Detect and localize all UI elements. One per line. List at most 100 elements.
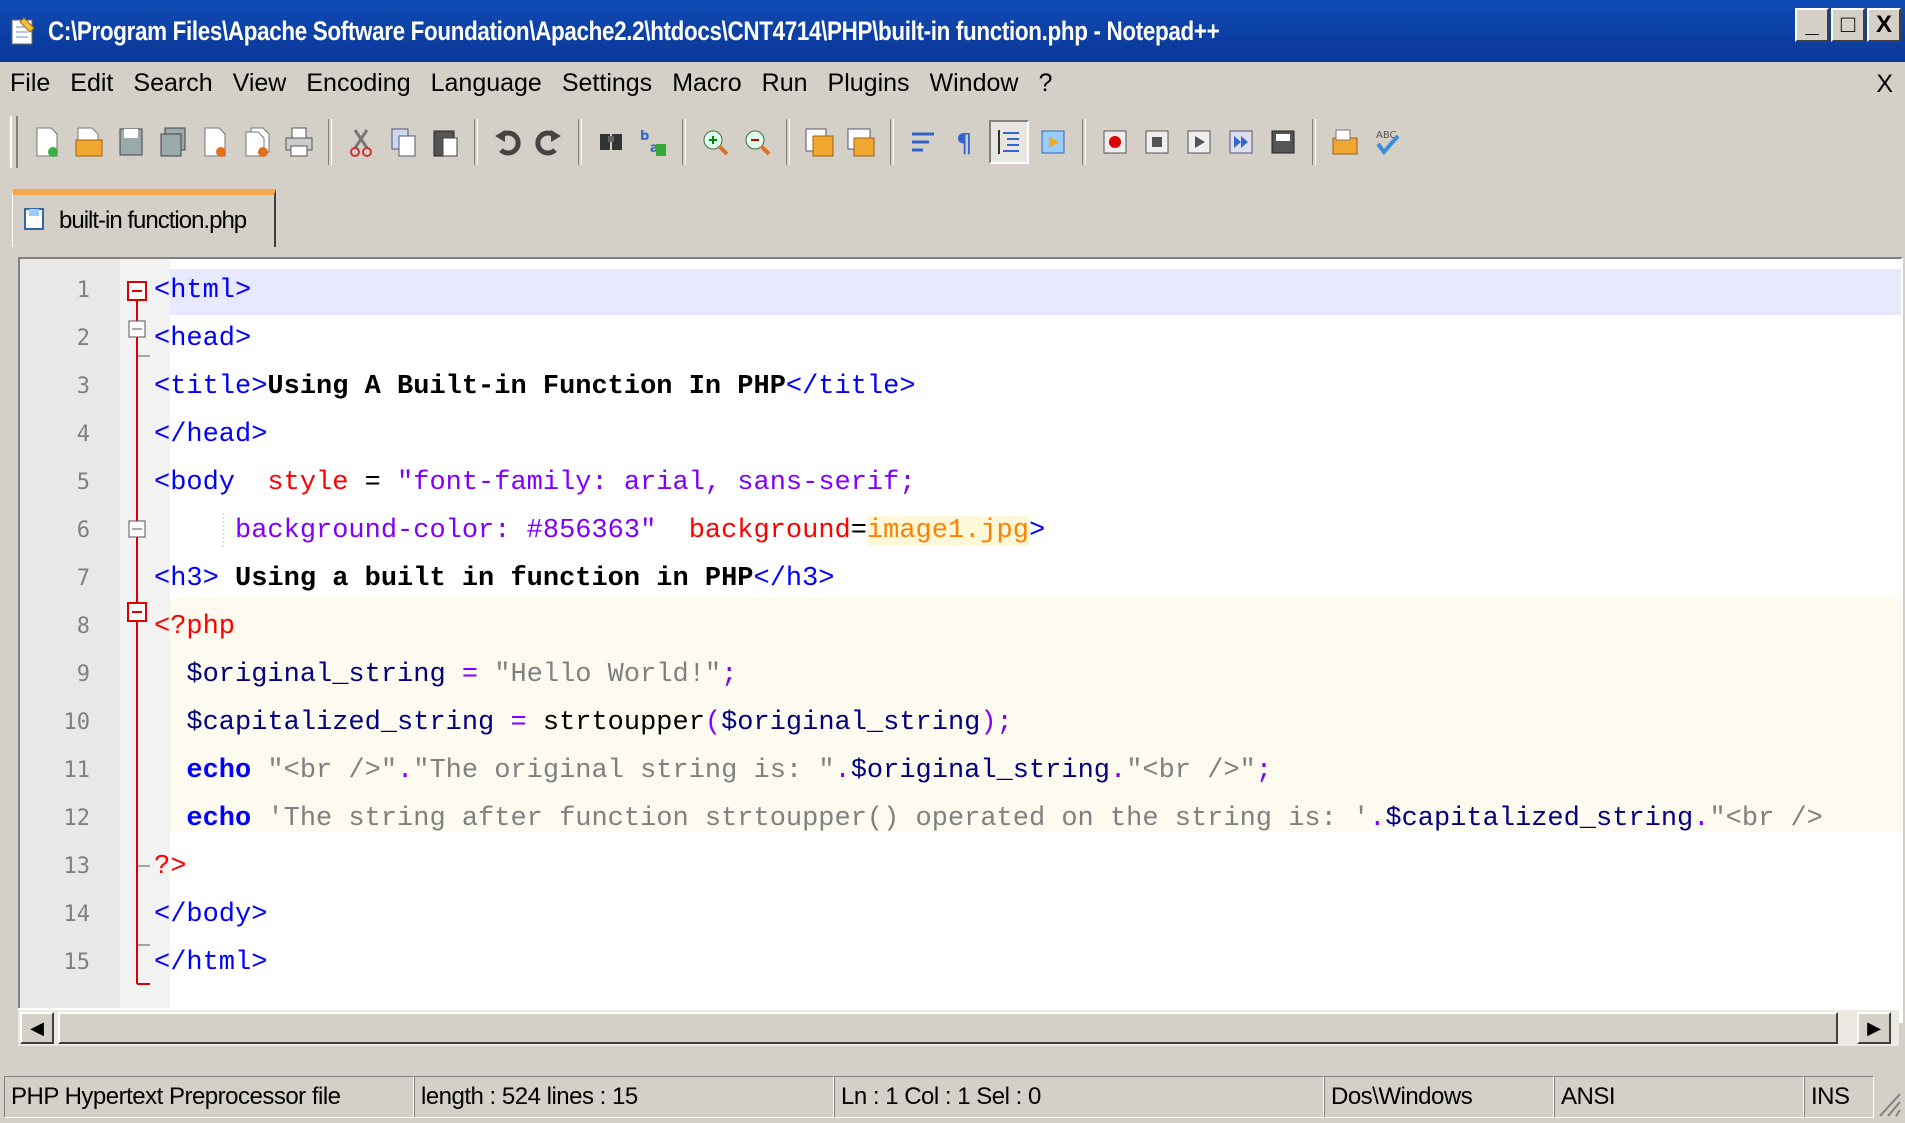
code-token: "<br />" bbox=[1126, 756, 1256, 786]
save-all-icon[interactable] bbox=[155, 122, 191, 162]
code-token: ?> bbox=[154, 852, 187, 882]
tab-label: built-in function.php bbox=[59, 207, 247, 234]
code-token: = bbox=[348, 468, 398, 498]
spell-check-icon[interactable]: ABC bbox=[1369, 122, 1405, 162]
playback-macro-icon[interactable] bbox=[1181, 122, 1217, 162]
toolbar-separator bbox=[328, 119, 332, 165]
cut-icon[interactable] bbox=[343, 122, 379, 162]
code-token: </title> bbox=[785, 372, 916, 402]
toolbar-separator bbox=[1082, 119, 1086, 165]
toolbar: ba ¶ ABC bbox=[0, 104, 1905, 180]
zoom-out-icon[interactable] bbox=[739, 122, 775, 162]
code-token: "The original string is: " bbox=[413, 756, 835, 786]
sync-horizontal-icon[interactable] bbox=[843, 122, 879, 162]
open-file-icon[interactable] bbox=[71, 122, 107, 162]
scroll-right-button[interactable]: ▶ bbox=[1857, 1012, 1891, 1044]
sync-vertical-icon[interactable] bbox=[801, 122, 837, 162]
run-macro-multiple-icon[interactable] bbox=[1223, 122, 1259, 162]
user-defined-language-icon[interactable] bbox=[1035, 122, 1071, 162]
code-line: 9 $original_string = "Hello World!"; bbox=[20, 651, 1901, 699]
undo-icon[interactable] bbox=[489, 122, 525, 162]
show-all-chars-icon[interactable]: ¶ bbox=[947, 122, 983, 162]
line-number: 6 bbox=[76, 518, 90, 543]
arrow-left-icon: ◀ bbox=[30, 1017, 44, 1038]
menu-run[interactable]: Run bbox=[752, 69, 818, 98]
stop-record-icon[interactable] bbox=[1139, 122, 1175, 162]
menu-plugins[interactable]: Plugins bbox=[818, 69, 920, 98]
redo-icon[interactable] bbox=[531, 122, 567, 162]
close-document-button[interactable]: X bbox=[1876, 70, 1893, 99]
code-line: 13 ?> bbox=[20, 843, 1901, 891]
toolbar-separator bbox=[578, 119, 582, 165]
title-bar: C:\Program Files\Apache Software Foundat… bbox=[0, 0, 1905, 62]
status-eol[interactable]: Dos\Windows bbox=[1324, 1076, 1554, 1118]
menu-macro[interactable]: Macro bbox=[662, 69, 751, 98]
maximize-button[interactable]: □ bbox=[1831, 8, 1865, 42]
trim-icon[interactable] bbox=[1327, 122, 1363, 162]
status-mode[interactable]: INS bbox=[1804, 1076, 1874, 1118]
line-number: 14 bbox=[63, 902, 91, 927]
code-token: ; bbox=[721, 660, 738, 690]
svg-text:b: b bbox=[640, 129, 649, 144]
menu-encoding[interactable]: Encoding bbox=[296, 69, 420, 98]
code-line: 6 background-color: #856363" background=… bbox=[20, 507, 1901, 555]
arrow-right-icon: ▶ bbox=[1867, 1017, 1881, 1038]
replace-icon[interactable]: ba bbox=[635, 122, 671, 162]
code-token: Using A Built-in Function In PHP bbox=[267, 372, 786, 402]
scroll-left-button[interactable]: ◀ bbox=[20, 1012, 54, 1044]
toolbar-separator bbox=[682, 119, 686, 165]
code-token: style bbox=[267, 468, 349, 498]
code-editor[interactable]: 1 <html> 2 <head> 3 <title>Using A Built-in… bbox=[18, 257, 1903, 1023]
close-button[interactable]: X bbox=[1867, 8, 1901, 42]
save-macro-icon[interactable] bbox=[1265, 122, 1301, 162]
zoom-in-icon[interactable] bbox=[697, 122, 733, 162]
menu-language[interactable]: Language bbox=[421, 69, 552, 98]
find-icon[interactable] bbox=[593, 122, 629, 162]
code-token: <h3> bbox=[154, 564, 219, 594]
menu-search[interactable]: Search bbox=[123, 69, 222, 98]
code-token: 'The string after function strtoupper() … bbox=[267, 804, 1370, 834]
resize-grip[interactable] bbox=[1876, 1080, 1902, 1118]
menu-view[interactable]: View bbox=[223, 69, 297, 98]
toolbar-separator bbox=[474, 119, 478, 165]
copy-icon[interactable] bbox=[385, 122, 421, 162]
code-token: </html> bbox=[154, 948, 268, 978]
close-icon[interactable] bbox=[197, 122, 233, 162]
print-icon[interactable] bbox=[281, 122, 317, 162]
save-icon[interactable] bbox=[113, 122, 149, 162]
menu-file[interactable]: File bbox=[0, 69, 60, 98]
menu-window[interactable]: Window bbox=[920, 69, 1029, 98]
code-token: image1.jpg bbox=[866, 516, 1029, 546]
record-macro-icon[interactable] bbox=[1097, 122, 1133, 162]
indent-guide-icon[interactable] bbox=[989, 120, 1029, 164]
code-line: 8 <?php bbox=[20, 603, 1901, 651]
code-token: </h3> bbox=[753, 564, 835, 594]
horizontal-scrollbar[interactable]: ◀ ▶ bbox=[18, 1008, 1899, 1046]
menu-edit[interactable]: Edit bbox=[60, 69, 123, 98]
minimize-button[interactable]: _ bbox=[1795, 8, 1829, 42]
save-icon bbox=[23, 207, 45, 236]
tab-built-in-function[interactable]: built-in function.php bbox=[12, 189, 276, 247]
notepad-app-icon[interactable] bbox=[8, 14, 38, 48]
new-file-icon[interactable] bbox=[29, 122, 65, 162]
word-wrap-icon[interactable] bbox=[905, 122, 941, 162]
code-token: Using a built in function in PHP bbox=[218, 564, 754, 594]
toolbar-separator bbox=[1312, 119, 1316, 165]
paste-icon[interactable] bbox=[427, 122, 463, 162]
code-token: background bbox=[688, 516, 851, 546]
menu-settings[interactable]: Settings bbox=[552, 69, 662, 98]
scroll-thumb[interactable] bbox=[58, 1012, 1838, 1044]
close-all-icon[interactable] bbox=[239, 122, 275, 162]
status-encoding[interactable]: ANSI bbox=[1554, 1076, 1804, 1118]
code-token: strtoupper bbox=[542, 708, 705, 738]
code-token: <title> bbox=[154, 372, 268, 402]
code-token: . bbox=[1109, 756, 1127, 786]
toolbar-grip[interactable] bbox=[10, 116, 18, 168]
code-line: 5 <body style = "font-family: arial, sans… bbox=[20, 459, 1901, 507]
code-token: <html> bbox=[154, 276, 252, 306]
code-token: "font-family: arial, sans-serif; bbox=[397, 468, 916, 498]
line-number: 11 bbox=[63, 758, 91, 783]
code-token: <body bbox=[154, 468, 236, 498]
menu-help[interactable]: ? bbox=[1028, 69, 1062, 98]
code-token: . bbox=[1369, 804, 1386, 834]
